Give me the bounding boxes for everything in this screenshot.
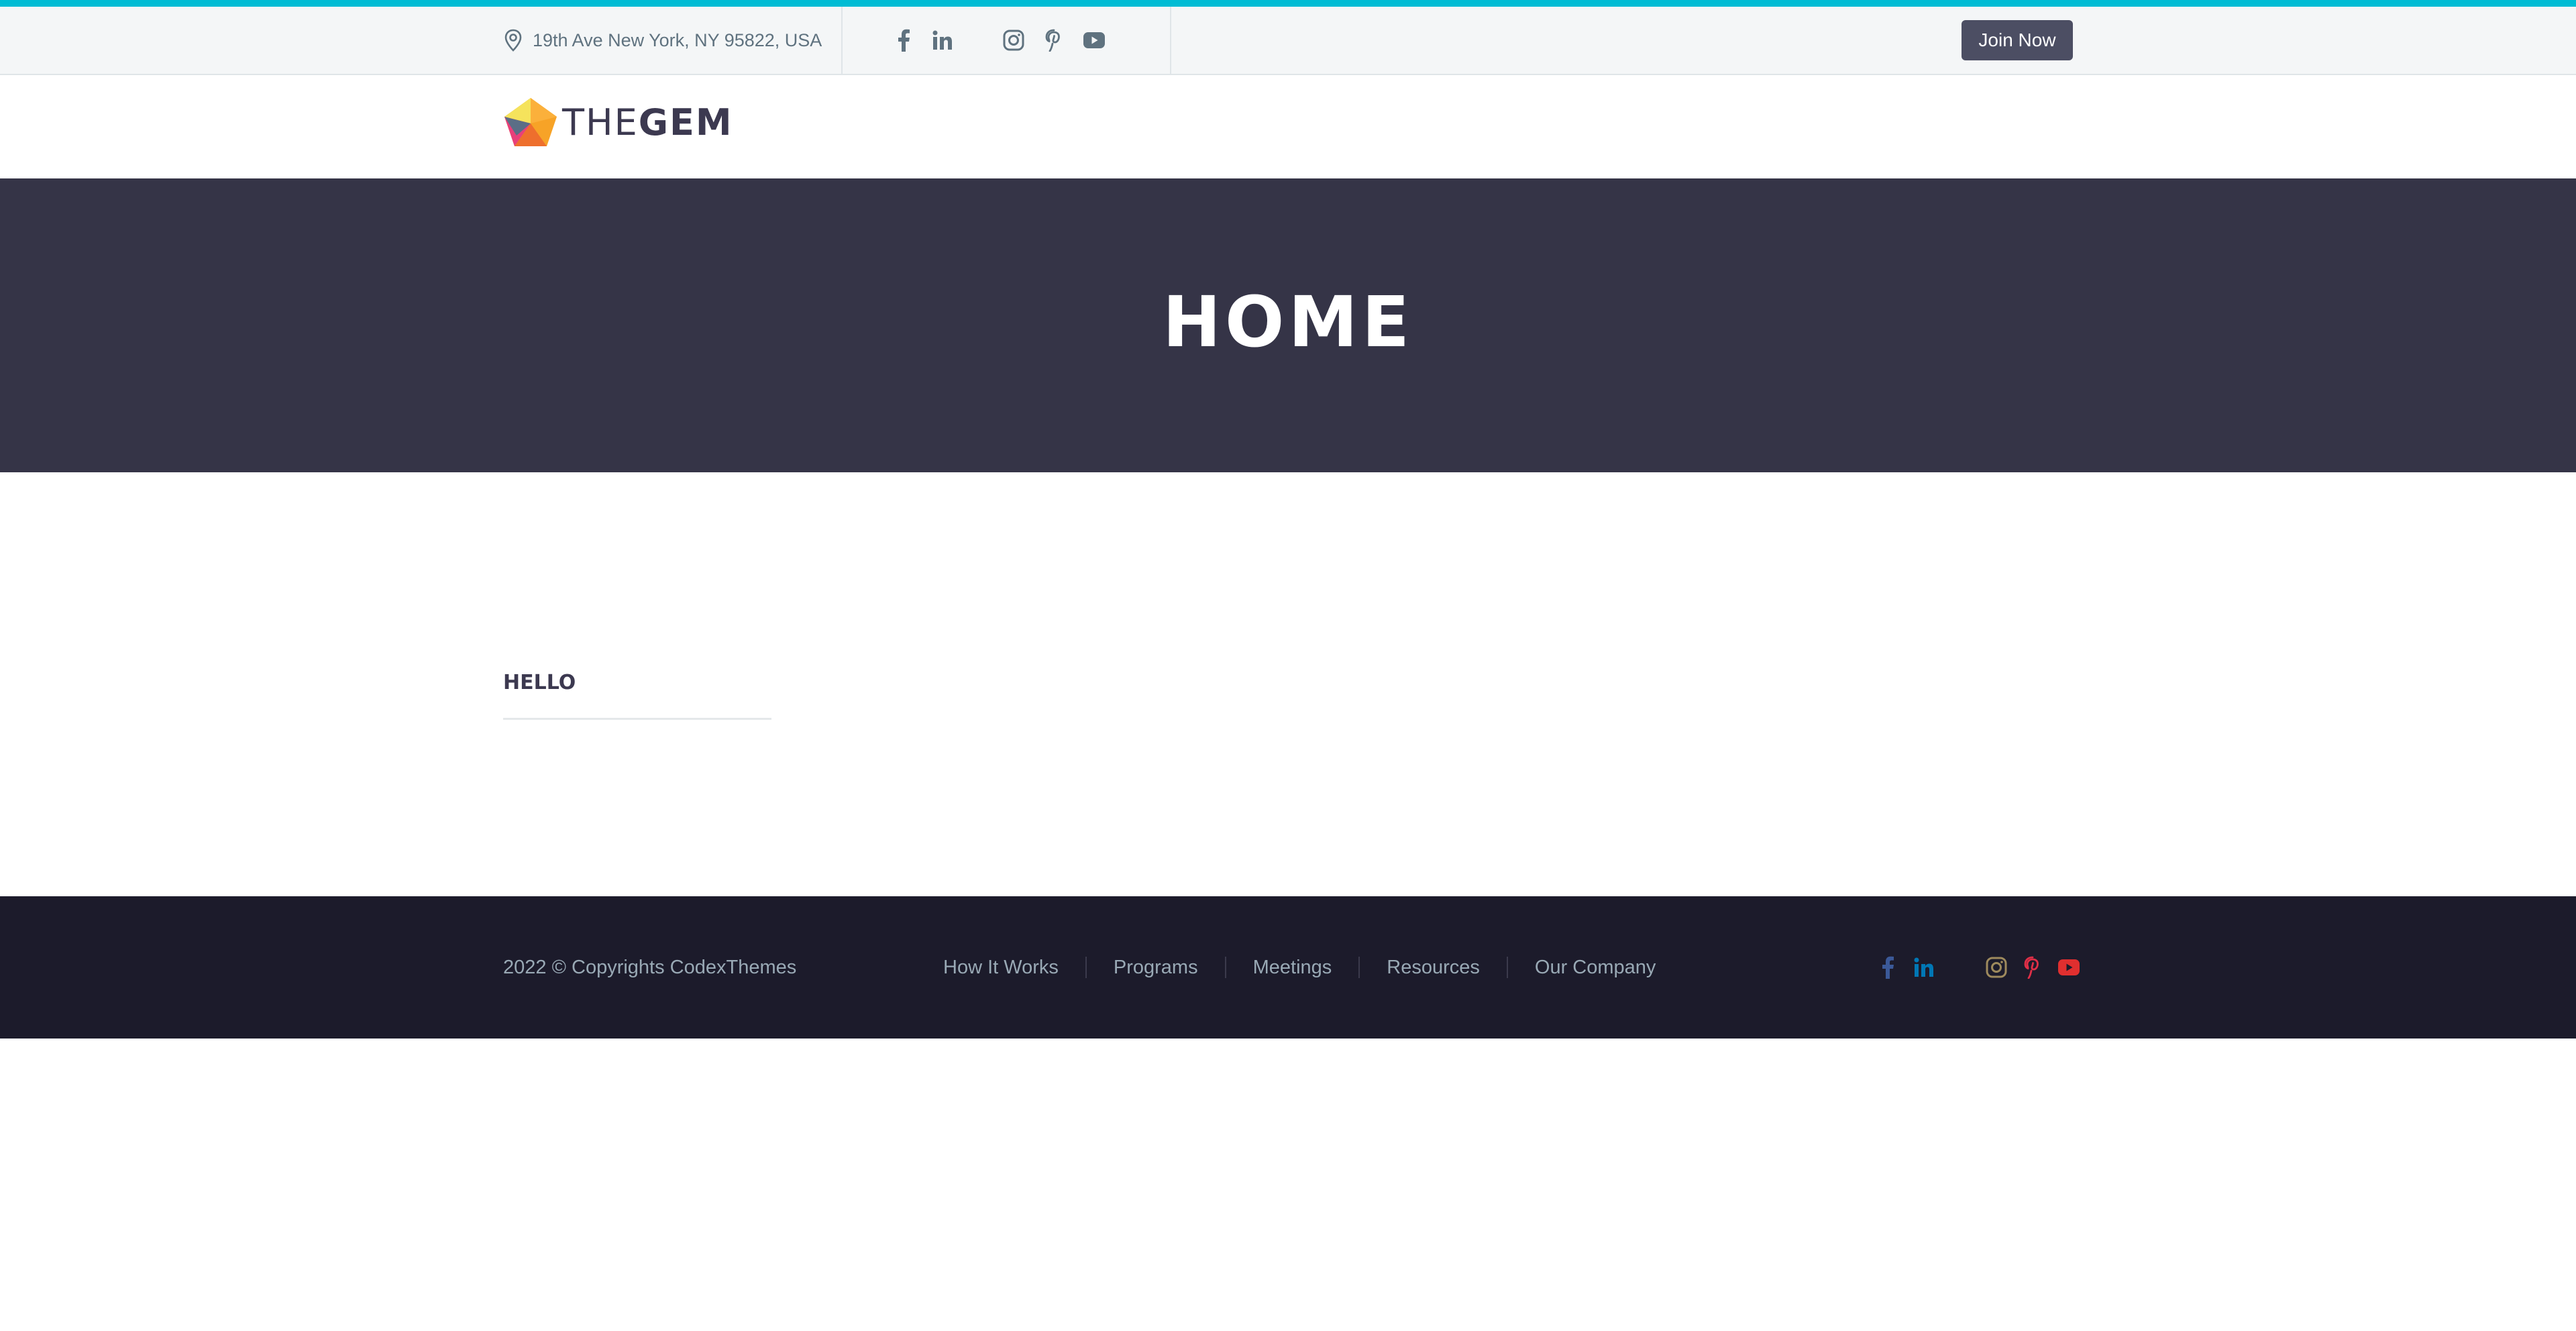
site-footer: 2022 © Copyrights CodexThemes How It Wor… [0, 896, 2576, 1039]
linkedin-icon[interactable] [931, 29, 954, 52]
footer-link-resources[interactable]: Resources [1358, 957, 1507, 978]
top-bar: 19th Ave New York, NY 95822, USA Join No… [0, 7, 2576, 75]
footer-link-how-it-works[interactable]: How It Works [943, 957, 1085, 978]
logo-text: THEGEM [562, 101, 733, 144]
divider [1170, 7, 1171, 74]
top-social-links [892, 7, 1106, 74]
gem-logo-icon [504, 98, 557, 146]
instagram-icon[interactable] [1984, 955, 2008, 979]
facebook-icon[interactable] [1876, 955, 1900, 979]
linkedin-icon[interactable] [1912, 955, 1936, 979]
top-accent-bar [0, 0, 2576, 7]
join-now-button[interactable]: Join Now [1962, 20, 2073, 60]
page-title-banner: HOME [0, 178, 2576, 472]
copyright-text: 2022 © Copyrights CodexThemes [503, 956, 797, 978]
content-heading: HELLO [503, 671, 576, 694]
site-header: THEGEM [0, 75, 2576, 178]
facebook-icon[interactable] [892, 29, 915, 52]
address-text: 19th Ave New York, NY 95822, USA [533, 30, 822, 50]
pinterest-icon[interactable] [2021, 955, 2045, 979]
footer-link-meetings[interactable]: Meetings [1224, 957, 1359, 978]
footer-link-our-company[interactable]: Our Company [1506, 957, 1683, 978]
main-content: HELLO [0, 472, 2576, 896]
pinterest-icon[interactable] [1042, 29, 1065, 52]
instagram-icon[interactable] [1002, 29, 1025, 52]
youtube-icon[interactable] [1083, 29, 1106, 52]
thegem-logo[interactable]: THEGEM [503, 95, 733, 149]
contact-address: 19th Ave New York, NY 95822, USA [503, 7, 822, 74]
footer-nav: How It Works Programs Meetings Resources… [943, 896, 1682, 1039]
footer-social-links [1876, 896, 2081, 1039]
location-pin-icon [503, 29, 523, 52]
youtube-icon[interactable] [2057, 955, 2081, 979]
heading-divider [503, 718, 771, 720]
divider [841, 7, 843, 74]
footer-link-programs[interactable]: Programs [1085, 957, 1225, 978]
page-title: HOME [1163, 281, 1413, 363]
